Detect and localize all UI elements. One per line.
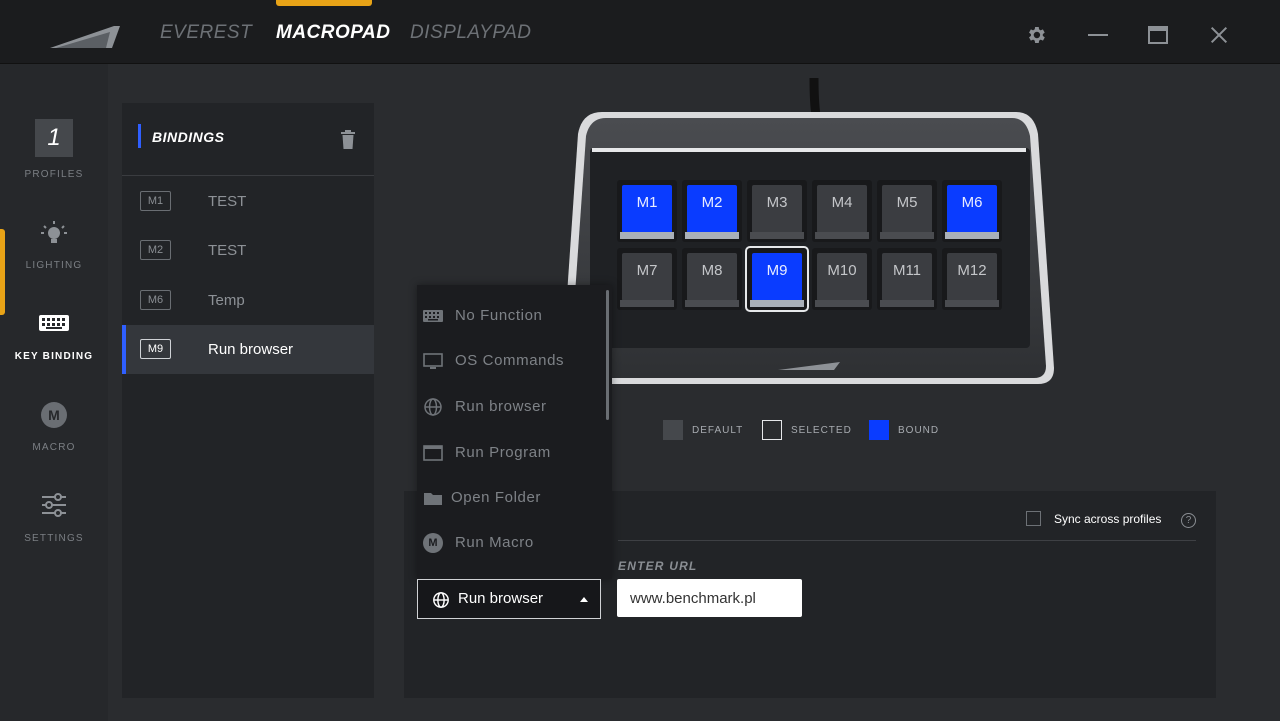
menu-item-label: No Function: [455, 307, 543, 324]
url-input[interactable]: [617, 579, 802, 617]
title-bar: EVEREST MACROPAD DISPLAYPAD: [0, 0, 1280, 64]
tab-displaypad[interactable]: DISPLAYPAD: [410, 22, 532, 44]
keyboard-icon: [423, 310, 443, 322]
macro-key-m5[interactable]: M5: [877, 180, 937, 242]
brand-logo: [50, 26, 120, 48]
binding-name: Temp: [208, 292, 245, 309]
folder-icon: [424, 493, 442, 505]
globe-icon: [424, 398, 442, 416]
menu-item-run-browser[interactable]: Run browser: [417, 386, 607, 428]
legend-default-label: DEFAULT: [692, 425, 744, 436]
trash-icon[interactable]: [338, 129, 358, 151]
macro-key-m10[interactable]: M10: [812, 248, 872, 310]
binding-name: Run browser: [208, 341, 294, 358]
url-label: ENTER URL: [618, 559, 698, 573]
bindings-accent-bar: [138, 124, 141, 148]
rail-label-lighting: LIGHTING: [25, 260, 83, 271]
bulb-icon: [41, 221, 67, 243]
rail-item-macro[interactable]: M MACRO: [0, 384, 108, 470]
caret-up-icon: [580, 597, 588, 602]
rail-label-settings: SETTINGS: [24, 533, 84, 544]
macro-icon: M: [41, 402, 67, 428]
menu-item-label: Run browser: [455, 398, 547, 415]
binding-key-badge: M9: [140, 339, 171, 359]
menu-item-label: OS Commands: [455, 352, 565, 369]
bindings-header: BINDINGS: [122, 103, 374, 176]
action-type-select[interactable]: Run browser: [417, 579, 601, 619]
active-tab-indicator: [276, 0, 372, 6]
binding-name: TEST: [208, 242, 247, 259]
binding-name: TEST: [208, 193, 247, 210]
macro-key-m6[interactable]: M6: [942, 180, 1002, 242]
macro-key-m8[interactable]: M8: [682, 248, 742, 310]
close-icon: [1210, 26, 1228, 44]
binding-row[interactable]: M1 TEST: [122, 177, 374, 226]
macro-key-m1[interactable]: M1: [617, 180, 677, 242]
macro-key-m3[interactable]: M3: [747, 180, 807, 242]
menu-item-no-function[interactable]: No Function: [417, 295, 607, 337]
menu-item-label: Open Folder: [451, 489, 541, 506]
macro-key-m9[interactable]: M9: [745, 246, 809, 312]
legend-selected-label: SELECTED: [791, 425, 852, 436]
action-dropdown-menu: No Function OS Commands Run browser Run …: [417, 285, 612, 579]
binding-key-badge: M6: [140, 290, 171, 310]
rail-label-macro: MACRO: [32, 442, 76, 453]
settings-gear-button[interactable]: [1021, 20, 1051, 50]
action-select-value: Run browser: [458, 590, 544, 607]
globe-icon: [433, 592, 449, 608]
binding-row-selected[interactable]: M9 Run browser: [122, 325, 374, 374]
menu-scrollbar[interactable]: [606, 290, 609, 420]
window-icon: [423, 445, 443, 461]
binding-row[interactable]: M6 Temp: [122, 276, 374, 325]
sync-profiles-checkbox[interactable]: [1026, 511, 1041, 526]
rail-label-profiles: PROFILES: [24, 169, 84, 180]
rail-item-profiles[interactable]: 1 PROFILES: [0, 110, 108, 196]
menu-item-label: Run Macro: [455, 534, 534, 551]
menu-item-run-program[interactable]: Run Program: [417, 432, 607, 474]
macro-icon: M: [423, 533, 443, 553]
legend-bound-swatch: [869, 420, 889, 440]
help-icon[interactable]: ?: [1181, 513, 1196, 528]
tab-macropad[interactable]: MACROPAD: [276, 22, 390, 44]
legend-selected-swatch: [762, 420, 782, 440]
rail-item-settings[interactable]: SETTINGS: [0, 475, 108, 561]
binding-key-badge: M1: [140, 191, 171, 211]
tab-everest[interactable]: EVEREST: [160, 22, 252, 44]
legend-bound-label: BOUND: [898, 425, 940, 436]
maximize-button[interactable]: [1143, 20, 1173, 50]
menu-item-run-macro[interactable]: M Run Macro: [417, 522, 607, 564]
config-divider: [618, 540, 1196, 541]
maximize-icon: [1148, 26, 1168, 44]
gear-icon: [1029, 27, 1045, 43]
macro-key-m12[interactable]: M12: [942, 248, 1002, 310]
menu-item-open-folder[interactable]: Open Folder: [417, 477, 607, 519]
rail-item-key-binding[interactable]: KEY BINDING: [0, 293, 108, 379]
bindings-panel: BINDINGS M1 TEST M2 TEST M6 Temp M9 Run …: [122, 103, 374, 698]
bindings-title: BINDINGS: [152, 129, 225, 145]
macro-key-m4[interactable]: M4: [812, 180, 872, 242]
binding-row[interactable]: M2 TEST: [122, 226, 374, 275]
sync-profiles-label: Sync across profiles: [1054, 512, 1162, 526]
rail-item-lighting[interactable]: LIGHTING: [0, 202, 108, 288]
menu-item-label: Run Program: [455, 444, 551, 461]
minimize-icon: [1088, 34, 1108, 36]
macro-key-m11[interactable]: M11: [877, 248, 937, 310]
keyboard-icon: [39, 315, 69, 331]
menu-item-os-commands[interactable]: OS Commands: [417, 340, 607, 382]
monitor-icon: [423, 353, 443, 369]
profile-number-icon: 1: [35, 119, 73, 157]
legend-default-swatch: [663, 420, 683, 440]
macro-key-m7[interactable]: M7: [617, 248, 677, 310]
binding-key-badge: M2: [140, 240, 171, 260]
close-button[interactable]: [1204, 20, 1234, 50]
rail-label-key-binding: KEY BINDING: [14, 351, 94, 362]
macro-key-m2[interactable]: M2: [682, 180, 742, 242]
sliders-icon: [42, 493, 66, 517]
minimize-button[interactable]: [1083, 20, 1113, 50]
